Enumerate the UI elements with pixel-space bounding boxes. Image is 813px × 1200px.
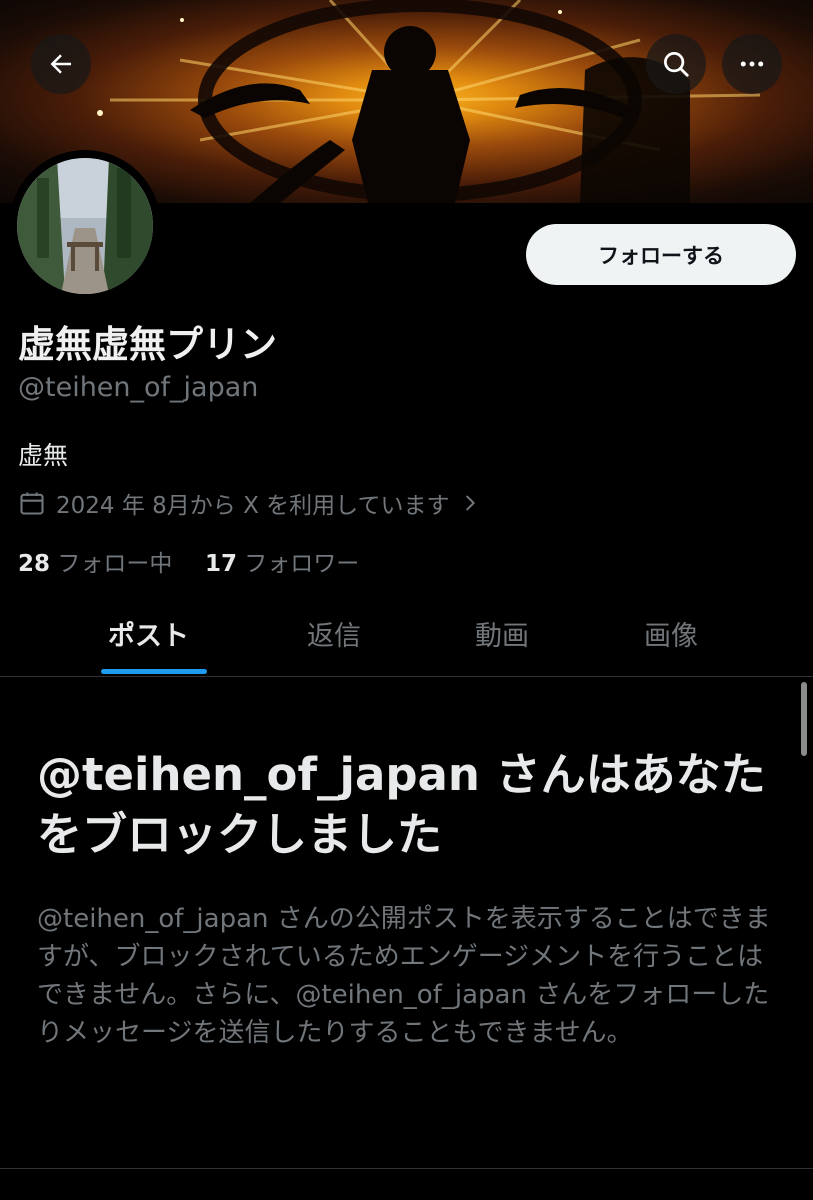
more-options-button[interactable] [722,34,782,94]
tab-posts[interactable]: ポスト [108,614,189,653]
joined-date-text: 2024 年 8月から X を利用しています [56,493,450,519]
following-label: フォロー中 [57,551,173,577]
divider [0,1168,813,1169]
avatar[interactable] [17,158,153,294]
avatar-image [17,158,153,294]
following-count: 28 [18,551,51,577]
display-name: 虚無虚無プリン [18,323,277,366]
tab-replies[interactable]: 返信 [307,614,361,653]
search-icon [664,52,689,77]
following-link[interactable]: 28 フォロー中 [18,551,180,577]
follow-button[interactable]: フォローする [526,224,796,285]
blocked-notice-description: @teihen_of_japan さんの公開ポストを表示することはできますが、ブ… [37,904,771,1048]
search-button[interactable] [646,34,706,94]
followers-label: フォロワー [244,551,360,577]
calendar-icon [20,492,44,515]
user-handle: @teihen_of_japan [18,372,259,403]
scrollbar[interactable] [801,682,807,756]
tab-images[interactable]: 画像 [644,614,698,653]
blocked-notice-title: @teihen_of_japan さんはあなたをブロックしました [37,748,766,861]
profile-tabs: ポスト 返信 動画 画像 [0,600,813,677]
followers-link[interactable]: 17 フォロワー [205,551,359,577]
followers-count: 17 [204,551,237,577]
chevron-right-icon [466,495,476,511]
active-tab-indicator [101,669,207,674]
follow-stats: 28 フォロー中 17 フォロワー [18,544,359,578]
back-button[interactable] [31,34,91,94]
joined-date-row[interactable]: 2024 年 8月から X を利用しています [18,486,481,520]
tab-videos[interactable]: 動画 [475,614,529,653]
arrow-left-icon [50,54,71,74]
more-horizontal-icon [740,61,764,67]
profile-bio: 虚無 [18,441,69,470]
